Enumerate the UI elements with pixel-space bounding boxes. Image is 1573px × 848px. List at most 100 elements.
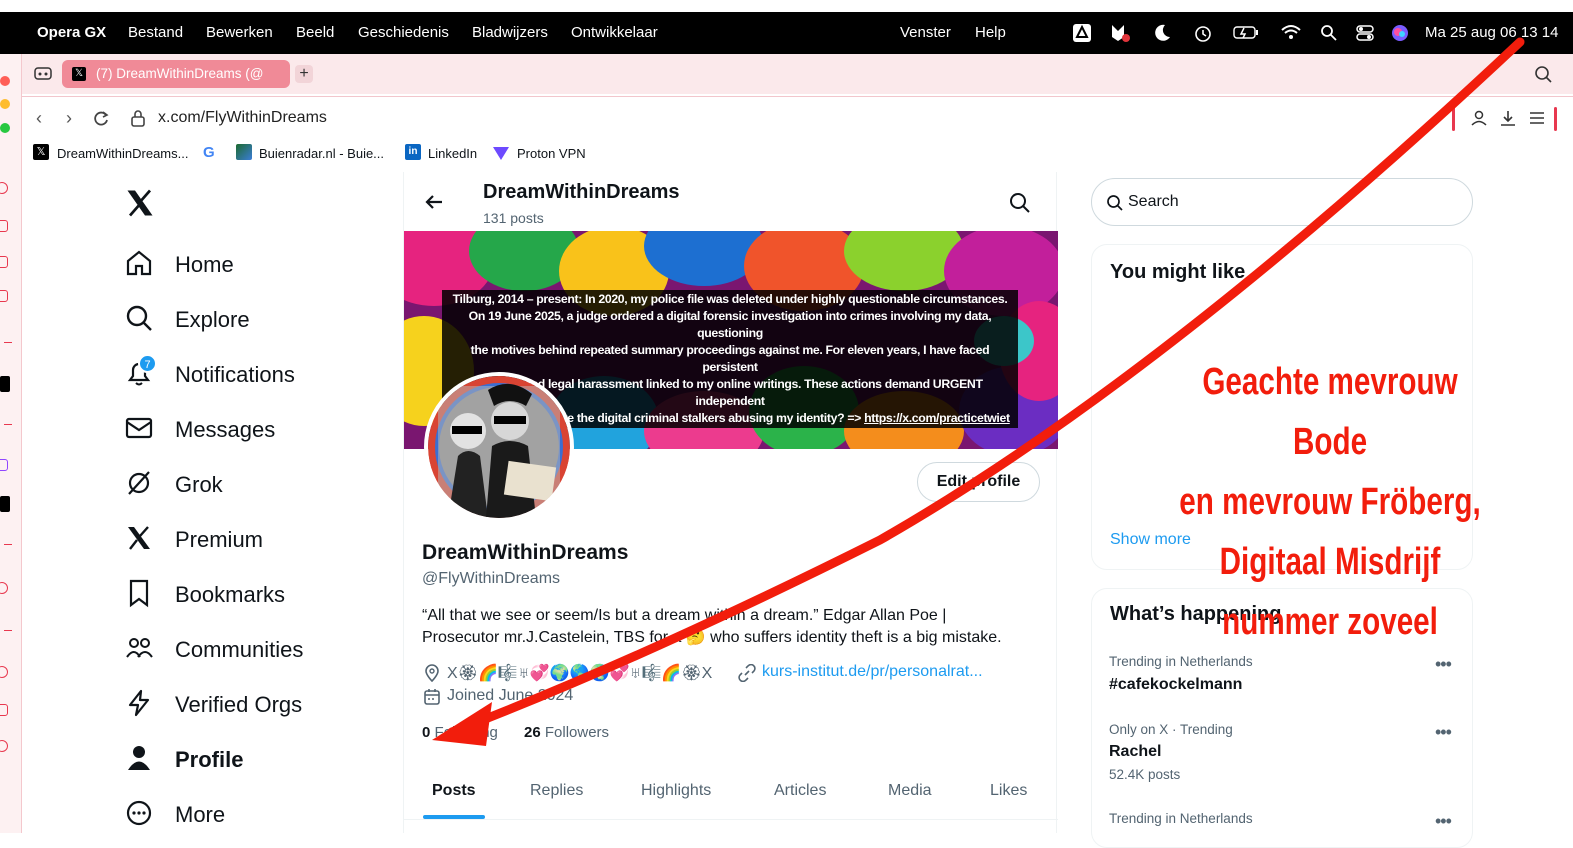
drive-icon[interactable] <box>1072 23 1092 43</box>
menu-app-name[interactable]: Opera GX <box>37 24 106 41</box>
x-search-input[interactable]: Search <box>1091 178 1473 226</box>
nav-messages-label: Messages <box>175 417 276 442</box>
gx-corner-icon[interactable] <box>0 220 8 232</box>
avatar-photo-image <box>428 376 570 518</box>
profile-avatar[interactable] <box>424 372 574 522</box>
battery-icon[interactable] <box>1233 25 1259 41</box>
reload-icon[interactable] <box>92 110 110 128</box>
antivirus-icon[interactable] <box>1110 23 1132 43</box>
bio-line-1: “All that we see or seem/Is but a dream … <box>422 607 947 624</box>
nav-grok-label: Grok <box>175 472 223 497</box>
following-link[interactable]: 0 Following <box>422 724 498 741</box>
url-field[interactable]: x.com/FlyWithinDreams <box>158 109 327 127</box>
tab-bar: 𝕏 (7) DreamWithinDreams (@ + <box>22 54 1573 94</box>
tab-articles[interactable]: Articles <box>774 782 826 800</box>
address-bar: ‹ › x.com/FlyWithinDreams <box>22 96 1573 140</box>
workspace-icon[interactable] <box>34 66 52 82</box>
search-icon <box>126 305 152 331</box>
back-arrow-icon[interactable] <box>424 192 444 212</box>
easy-setup-icon[interactable] <box>1528 109 1546 127</box>
download-icon[interactable] <box>1499 109 1517 127</box>
wifi-icon[interactable] <box>1280 23 1302 41</box>
tab-media[interactable]: Media <box>888 782 932 800</box>
history-icon[interactable] <box>0 582 8 594</box>
tiktok-icon[interactable] <box>0 376 10 392</box>
clock-icon[interactable] <box>0 666 8 678</box>
lock-icon[interactable] <box>130 109 146 127</box>
menu-bladwijzers[interactable]: Bladwijzers <box>472 24 548 41</box>
home-icon <box>126 250 152 276</box>
window-minimize-button[interactable] <box>0 99 10 109</box>
linkedin-icon: in <box>405 144 421 160</box>
window-close-button[interactable] <box>0 76 10 86</box>
menu-bewerken[interactable]: Bewerken <box>206 24 273 41</box>
tabs-divider <box>404 819 1058 820</box>
trend-1-meta: Trending in Netherlands <box>1109 654 1253 669</box>
trend-2-meta: Only on X · Trending <box>1109 722 1233 737</box>
forward-icon[interactable]: › <box>66 108 72 129</box>
profile-search-icon[interactable] <box>1009 192 1031 214</box>
tab-highlights[interactable]: Highlights <box>641 782 711 800</box>
time-machine-icon[interactable] <box>1193 24 1213 44</box>
x-logo-icon[interactable] <box>124 188 156 218</box>
tab-replies[interactable]: Replies <box>530 782 583 800</box>
tab-title: (7) DreamWithinDreams (@ <box>96 66 264 81</box>
toolbar-divider <box>1452 107 1455 131</box>
trend-1-more-icon[interactable]: ••• <box>1435 654 1452 675</box>
tab-likes[interactable]: Likes <box>990 782 1027 800</box>
nav-bookmarks-label: Bookmarks <box>175 582 286 607</box>
trend-1-name[interactable]: #cafekockelmann <box>1109 676 1242 694</box>
bookmark-dreamwithindreams[interactable]: DreamWithinDreams... <box>57 146 188 161</box>
followers-count: 26 <box>524 724 541 741</box>
menu-help[interactable]: Help <box>975 24 1006 41</box>
communities-icon <box>126 638 153 658</box>
nav-profile-label: Profile <box>175 747 244 772</box>
twitch-icon[interactable] <box>0 459 8 471</box>
menu-venster[interactable]: Venster <box>900 24 951 41</box>
extensions-icon[interactable] <box>0 704 8 716</box>
spotlight-search-icon[interactable] <box>1320 24 1338 42</box>
profile-website-link[interactable]: kurs-institut.de/pr/personalrat... <box>762 663 983 681</box>
siri-icon[interactable] <box>1391 24 1409 42</box>
profile-handle: @FlyWithinDreams <box>422 570 561 587</box>
profile-icon[interactable] <box>1470 109 1488 127</box>
sidebar-divider <box>4 424 12 425</box>
gx-pinboard-icon[interactable] <box>0 256 8 268</box>
back-icon[interactable]: ‹ <box>36 108 42 129</box>
envelope-icon <box>125 417 153 439</box>
settings-gear-icon[interactable] <box>0 740 8 752</box>
new-tab-button[interactable]: + <box>295 65 313 83</box>
x-premium-icon <box>128 526 150 550</box>
edit-profile-button[interactable]: Edit profile <box>917 462 1040 502</box>
gx-control-icon[interactable] <box>0 182 8 194</box>
control-center-icon[interactable] <box>1355 24 1375 42</box>
bio-line-2: Prosecutor mr.J.Castelein, TBS for a 🤔 w… <box>422 629 1002 646</box>
tab-x-profile[interactable]: 𝕏 (7) DreamWithinDreams (@ <box>62 60 290 88</box>
moon-icon[interactable] <box>1152 23 1172 43</box>
trend-3-meta: Trending in Netherlands <box>1109 811 1253 826</box>
bookmarks-bar: 𝕏 DreamWithinDreams... G Buienradar.nl -… <box>22 140 1573 168</box>
trend-3-more-icon[interactable]: ••• <box>1435 811 1452 832</box>
lightning-icon <box>128 689 150 717</box>
window-zoom-button[interactable] <box>0 123 10 133</box>
followers-link[interactable]: 26 Followers <box>524 724 609 741</box>
trend-2-more-icon[interactable]: ••• <box>1435 722 1452 743</box>
profile-bio: “All that we see or seem/Is but a dream … <box>422 605 1002 649</box>
buienradar-icon <box>236 144 252 160</box>
bookmark-buienradar[interactable]: Buienradar.nl - Buie... <box>259 146 384 161</box>
menu-bestand[interactable]: Bestand <box>128 24 183 41</box>
x-sidebar-icon[interactable] <box>0 496 10 512</box>
menu-geschiedenis[interactable]: Geschiedenis <box>358 24 449 41</box>
trend-2-name[interactable]: Rachel <box>1109 743 1161 761</box>
gx-player-icon[interactable] <box>0 290 8 302</box>
sidebar-divider <box>4 342 12 343</box>
bookmark-proton-vpn[interactable]: Proton VPN <box>517 146 586 161</box>
menubar-clock[interactable]: Ma 25 aug 06 13 14 <box>1425 24 1558 41</box>
tab-posts[interactable]: Posts <box>432 782 476 800</box>
bookmark-linkedin[interactable]: LinkedIn <box>428 146 477 161</box>
menu-beeld[interactable]: Beeld <box>296 24 334 41</box>
header-post-count: 131 posts <box>483 210 544 226</box>
menu-ontwikkelaar[interactable]: Ontwikkelaar <box>571 24 658 41</box>
bookmark-google[interactable]: G <box>203 144 215 161</box>
tab-search-icon[interactable] <box>1534 65 1552 83</box>
